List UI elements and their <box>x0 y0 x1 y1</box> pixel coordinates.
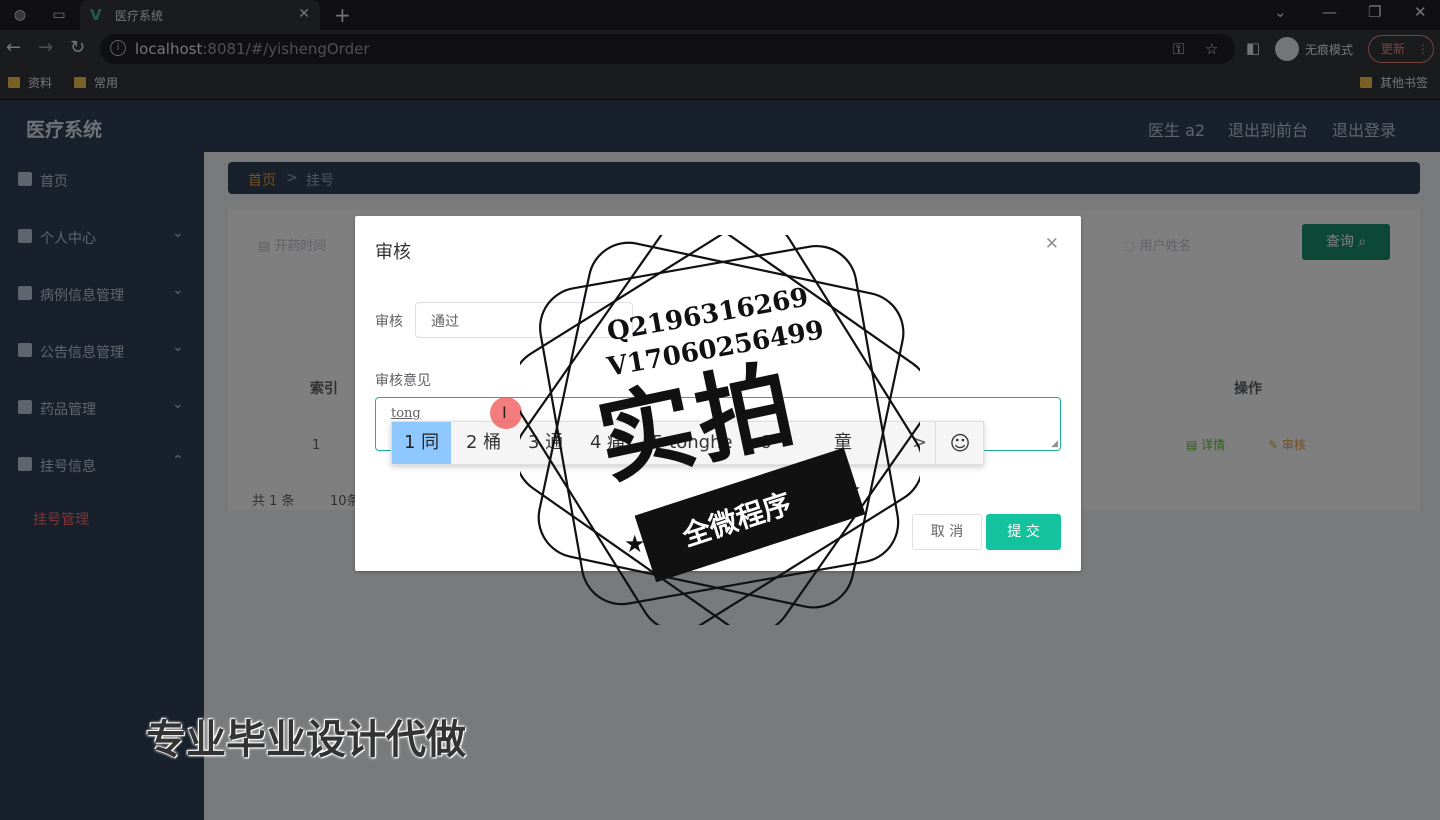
promo-caption: 专业毕业设计代做 <box>146 717 466 763</box>
cancel-button[interactable]: 取 消 <box>912 514 982 550</box>
emoji-icon[interactable]: ☺ <box>935 422 984 464</box>
opinion-text: tong <box>391 406 421 421</box>
resize-handle-icon[interactable]: ◢ <box>1051 439 1058 449</box>
audit-select-value: 通过 <box>431 314 459 330</box>
opinion-label: 审核意见 <box>375 373 431 389</box>
star-icon: ★ <box>840 476 862 504</box>
audit-label: 审核 <box>375 314 403 330</box>
text-cursor-icon: I <box>502 403 507 422</box>
star-icon: ★ <box>624 530 646 558</box>
ime-candidate-1[interactable]: 1 同 <box>392 422 452 464</box>
submit-button[interactable]: 提 交 <box>986 514 1061 550</box>
close-icon[interactable]: ✕ <box>1045 234 1059 254</box>
dialog-title: 审核 <box>375 242 411 263</box>
